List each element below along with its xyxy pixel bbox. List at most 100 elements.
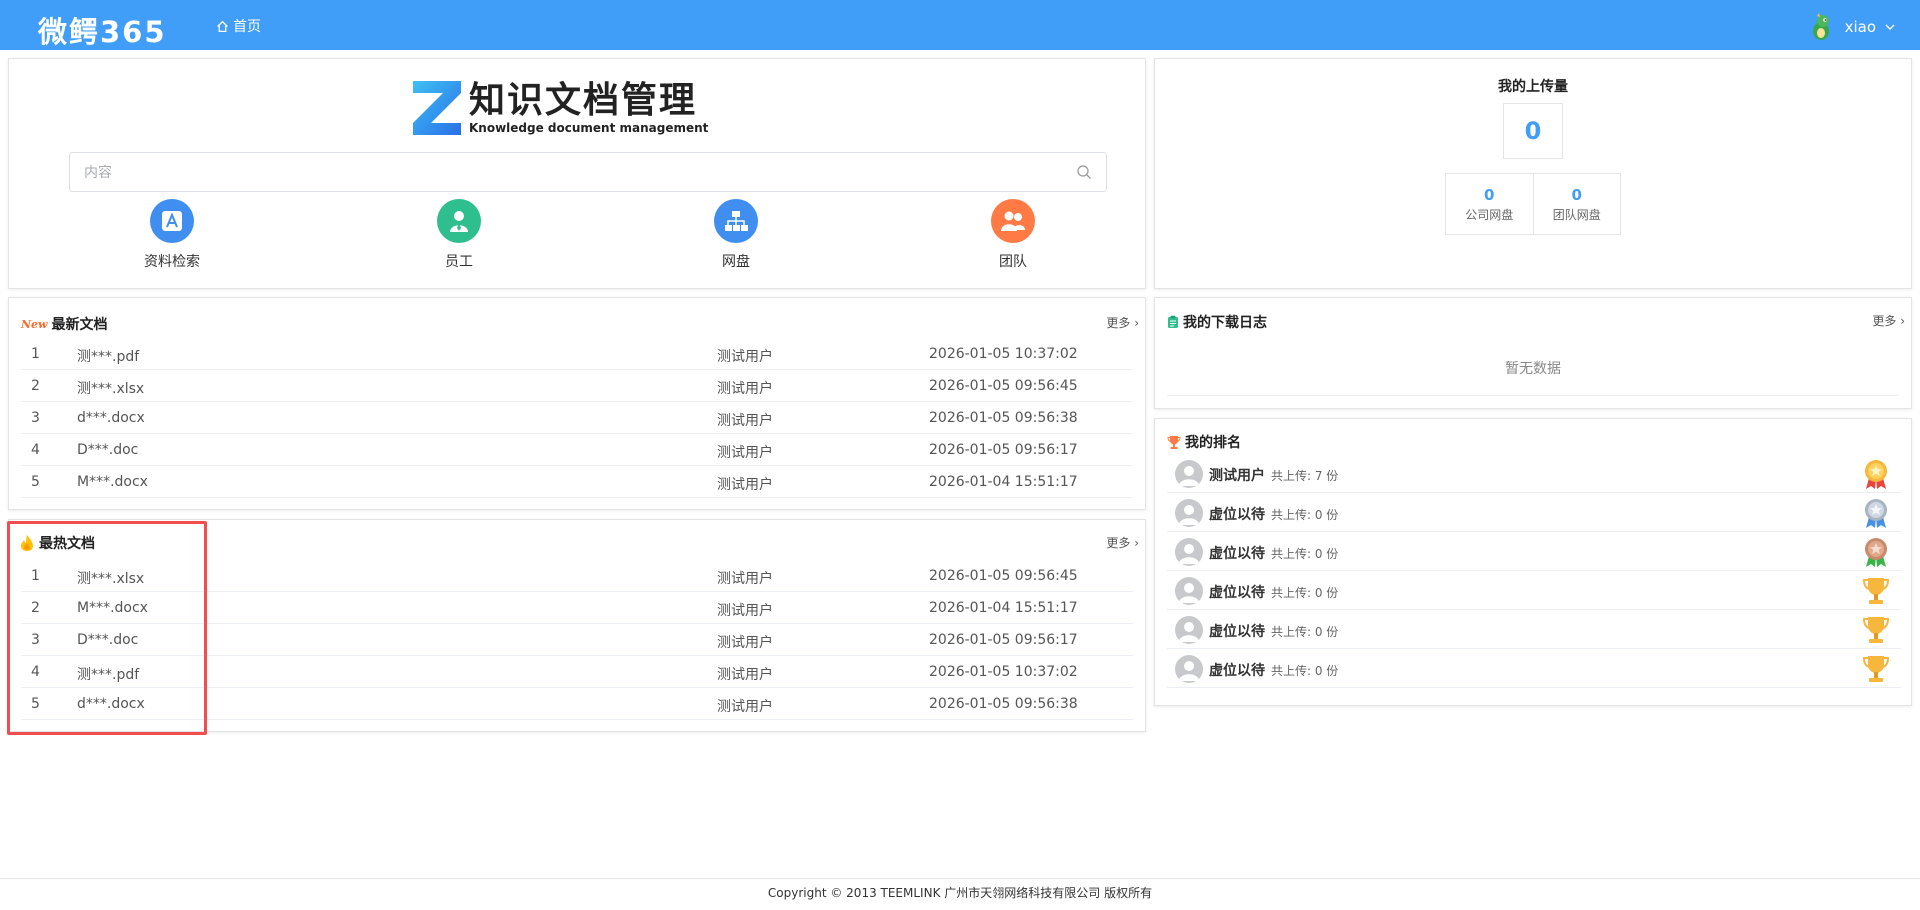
rank-user-name: 虚位以待 [1209, 507, 1265, 523]
doc-time: 2026-01-05 09:56:45 [929, 568, 1078, 584]
top-navbar: 微鳄365 首页 xiao [0, 0, 1920, 50]
doc-name[interactable]: 测***.xlsx [77, 378, 144, 398]
ranking-row[interactable]: 虚位以待 共上传: 0 份 [1167, 571, 1901, 610]
rank-upload-count: 共上传: 7 份 [1271, 469, 1339, 483]
hot-more-link[interactable]: 更多 › [1106, 534, 1139, 551]
table-row[interactable]: 3 d***.docx 测试用户 2026-01-05 09:56:38 [21, 402, 1133, 434]
app-logo: 知识文档管理 Knowledge document management [409, 77, 708, 139]
upload-breakdown: 0 公司网盘 0 团队网盘 [1445, 173, 1621, 235]
doc-time: 2026-01-04 15:51:17 [929, 600, 1078, 616]
ranking-row[interactable]: 虚位以待 共上传: 0 份 [1167, 610, 1901, 649]
ranking-row[interactable]: 虚位以待 共上传: 0 份 [1167, 532, 1901, 571]
search-input[interactable] [84, 153, 1044, 191]
team-disk-count: 0 [1571, 186, 1582, 204]
user-avatar-icon [1175, 655, 1203, 683]
quick-link-label: 员工 [445, 254, 473, 270]
footer-copyright: Copyright © 2013 TEEMLINK 广州市天翎网络科技有限公司 … [767, 886, 1153, 900]
doc-time: 2026-01-05 10:37:02 [929, 346, 1078, 362]
doc-name[interactable]: 测***.xlsx [77, 568, 144, 588]
brand-logo[interactable]: 微鳄365 [38, 9, 167, 51]
row-index: 3 [31, 632, 40, 648]
quick-link-employee[interactable]: 员工 [399, 199, 519, 271]
doc-name[interactable]: M***.docx [77, 474, 148, 490]
quick-link-label: 资料检索 [144, 254, 200, 270]
trophy-icon [1862, 578, 1890, 604]
doc-name[interactable]: d***.docx [77, 410, 145, 426]
team-disk-stat: 0 团队网盘 [1532, 174, 1621, 234]
doc-uploader: 测试用户 [717, 699, 773, 715]
chevron-down-icon [1885, 24, 1895, 30]
row-index: 5 [31, 474, 40, 490]
quick-link-team[interactable]: 团队 [953, 199, 1073, 271]
panel-title: New 最新文档 [21, 314, 108, 334]
bronze-medal-icon [1865, 538, 1887, 567]
doc-name[interactable]: M***.docx [77, 600, 148, 616]
quick-link-document-search[interactable]: 资料检索 [112, 199, 232, 271]
divider [1167, 395, 1899, 396]
rank-upload-count: 共上传: 0 份 [1271, 586, 1339, 600]
table-row[interactable]: 5 M***.docx 测试用户 2026-01-04 15:51:17 [21, 466, 1133, 498]
user-avatar-icon [1175, 460, 1203, 488]
user-avatar-icon [1812, 13, 1829, 40]
row-index: 4 [31, 442, 40, 458]
trophy-icon [1167, 435, 1181, 449]
doc-name[interactable]: 测***.pdf [77, 346, 139, 366]
table-row[interactable]: 4 D***.doc 测试用户 2026-01-05 09:56:17 [21, 434, 1133, 466]
team-disk-label: 团队网盘 [1552, 208, 1601, 222]
rank-user-name: 虚位以待 [1209, 585, 1265, 601]
search-panel: 知识文档管理 Knowledge document management 资料检… [8, 58, 1146, 289]
home-label: 首页 [233, 19, 261, 35]
row-index: 2 [31, 378, 40, 394]
search-icon[interactable] [1076, 164, 1092, 180]
doc-uploader: 测试用户 [717, 349, 773, 365]
search-doc-icon [150, 199, 194, 243]
employee-icon [437, 199, 481, 243]
search-box [69, 152, 1107, 192]
doc-uploader: 测试用户 [717, 413, 773, 429]
table-row[interactable]: 2 测***.xlsx 测试用户 2026-01-05 09:56:45 [21, 370, 1133, 402]
latest-more-link[interactable]: 更多 › [1106, 314, 1139, 331]
logo-title: 知识文档管理 [469, 80, 698, 121]
hot-documents-panel: 最热文档 更多 › 1 测***.xlsx 测试用户 2026-01-05 09:56… [8, 519, 1146, 732]
table-row[interactable]: 3 D***.doc 测试用户 2026-01-05 09:56:17 [21, 624, 1133, 656]
doc-time: 2026-01-05 09:56:38 [929, 410, 1078, 426]
doc-time: 2026-01-05 10:37:02 [929, 664, 1078, 680]
panel-title: 我的下载日志 [1167, 312, 1267, 332]
company-disk-count: 0 [1484, 186, 1495, 204]
quick-link-label: 团队 [999, 254, 1027, 270]
panel-title: 最热文档 [19, 533, 95, 553]
trophy-icon [1862, 656, 1890, 682]
ranking-row[interactable]: 测试用户 共上传: 7 份 [1167, 454, 1901, 493]
row-index: 3 [31, 410, 40, 426]
download-log-title: 我的下载日志 [1183, 315, 1267, 331]
netdisk-icon [714, 199, 758, 243]
user-menu[interactable]: xiao [1807, 12, 1896, 42]
home-nav-link[interactable]: 首页 [216, 16, 261, 36]
user-avatar-icon [1175, 499, 1203, 527]
quick-link-netdisk[interactable]: 网盘 [676, 199, 796, 271]
table-row[interactable]: 2 M***.docx 测试用户 2026-01-04 15:51:17 [21, 592, 1133, 624]
download-log-more-link[interactable]: 更多 › [1872, 312, 1905, 329]
rank-user-name: 虚位以待 [1209, 663, 1265, 679]
rank-user-name: 测试用户 [1209, 468, 1265, 484]
doc-name[interactable]: d***.docx [77, 696, 145, 712]
rank-upload-count: 共上传: 0 份 [1271, 664, 1339, 678]
panel-title: 我的排名 [1167, 432, 1241, 452]
latest-title: 最新文档 [51, 317, 108, 333]
table-row[interactable]: 4 测***.pdf 测试用户 2026-01-05 10:37:02 [21, 656, 1133, 688]
doc-uploader: 测试用户 [717, 445, 773, 461]
username: xiao [1844, 18, 1876, 36]
doc-time: 2026-01-05 09:56:17 [929, 632, 1078, 648]
doc-name[interactable]: D***.doc [77, 632, 138, 648]
table-row[interactable]: 5 d***.docx 测试用户 2026-01-05 09:56:38 [21, 688, 1133, 720]
table-row[interactable]: 1 测***.pdf 测试用户 2026-01-05 10:37:02 [21, 338, 1133, 370]
row-index: 5 [31, 696, 40, 712]
doc-name[interactable]: 测***.pdf [77, 664, 139, 684]
table-row[interactable]: 1 测***.xlsx 测试用户 2026-01-05 09:56:45 [21, 560, 1133, 592]
user-avatar-icon [1175, 538, 1203, 566]
doc-uploader: 测试用户 [717, 667, 773, 683]
ranking-row[interactable]: 虚位以待 共上传: 0 份 [1167, 493, 1901, 532]
ranking-row[interactable]: 虚位以待 共上传: 0 份 [1167, 649, 1901, 688]
upload-title: 我的上传量 [1498, 79, 1568, 95]
doc-name[interactable]: D***.doc [77, 442, 138, 458]
